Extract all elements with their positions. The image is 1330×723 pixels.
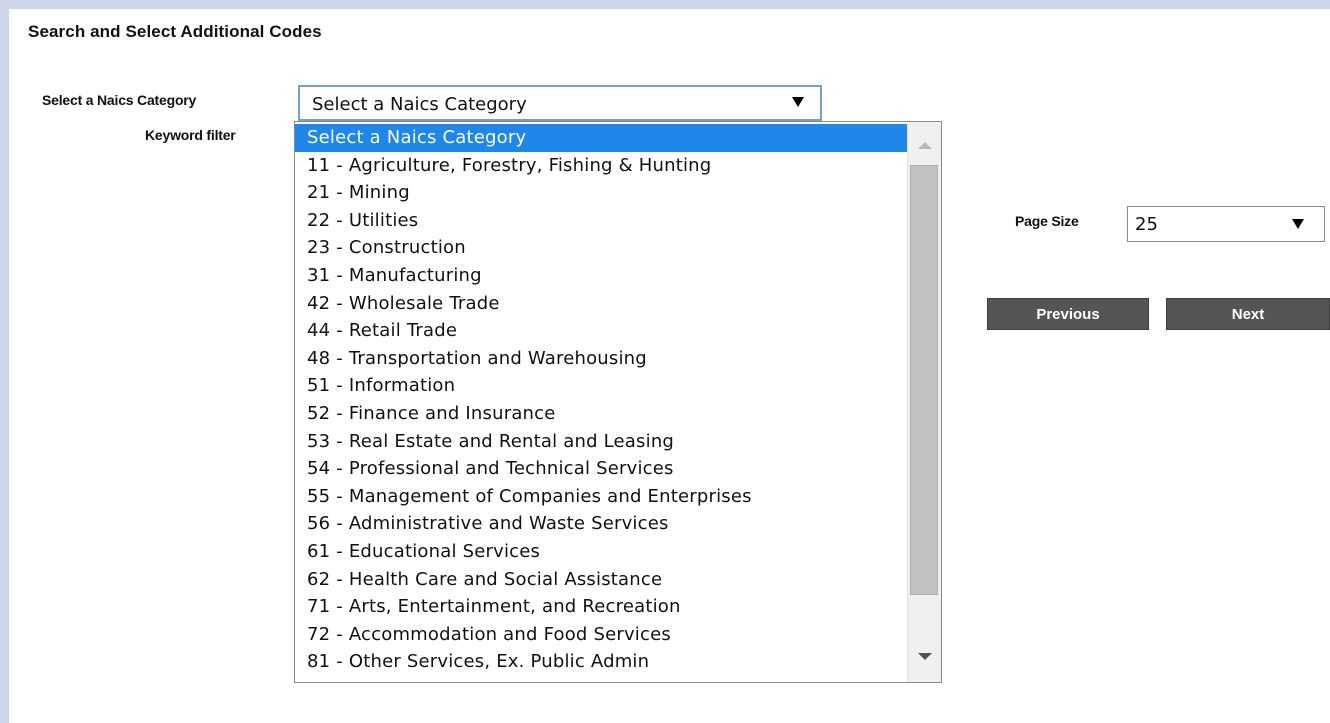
dropdown-scrollbar[interactable] xyxy=(907,122,941,682)
dropdown-option[interactable]: 31 - Manufacturing xyxy=(295,262,907,290)
page-size-label: Page Size xyxy=(1015,213,1079,229)
page-size-select[interactable]: 25 xyxy=(1127,206,1325,242)
window-frame-top xyxy=(0,0,1330,9)
dropdown-option[interactable]: 71 - Arts, Entertainment, and Recreation xyxy=(295,593,907,621)
chevron-down-icon[interactable] xyxy=(792,97,804,107)
dropdown-option[interactable]: 81 - Other Services, Ex. Public Admin xyxy=(295,648,907,676)
dropdown-option[interactable]: 44 - Retail Trade xyxy=(295,317,907,345)
naics-category-dropdown-list[interactable]: Select a Naics Category 11 - Agriculture,… xyxy=(294,121,942,683)
dropdown-option[interactable]: 53 - Real Estate and Rental and Leasing xyxy=(295,428,907,456)
dropdown-option[interactable]: 22 - Utilities xyxy=(295,207,907,235)
dropdown-option[interactable]: 61 - Educational Services xyxy=(295,538,907,566)
window-frame-left xyxy=(0,0,9,723)
page-title: Search and Select Additional Codes xyxy=(28,22,322,41)
scroll-up-icon[interactable] xyxy=(918,142,932,149)
next-button[interactable]: Next xyxy=(1166,298,1330,330)
naics-category-selected-value: Select a Naics Category xyxy=(312,94,527,115)
dropdown-option[interactable]: 42 - Wholesale Trade xyxy=(295,290,907,318)
dropdown-option[interactable]: 52 - Finance and Insurance xyxy=(295,400,907,428)
dropdown-option[interactable]: 23 - Construction xyxy=(295,234,907,262)
dropdown-option[interactable]: 54 - Professional and Technical Services xyxy=(295,455,907,483)
scroll-down-icon[interactable] xyxy=(918,653,932,660)
dropdown-option[interactable]: 21 - Mining xyxy=(295,179,907,207)
chevron-down-icon[interactable] xyxy=(1292,219,1304,229)
dropdown-option[interactable]: 51 - Information xyxy=(295,372,907,400)
dropdown-option[interactable]: 48 - Transportation and Warehousing xyxy=(295,345,907,373)
dropdown-option[interactable]: 11 - Agriculture, Forestry, Fishing & Hu… xyxy=(295,152,907,180)
dropdown-option[interactable]: 56 - Administrative and Waste Services xyxy=(295,510,907,538)
previous-button[interactable]: Previous xyxy=(987,298,1149,330)
naics-category-label: Select a Naics Category xyxy=(42,92,197,108)
dropdown-option[interactable]: 55 - Management of Companies and Enterpr… xyxy=(295,483,907,511)
keyword-filter-label: Keyword filter xyxy=(145,127,236,143)
dropdown-option[interactable]: 62 - Health Care and Social Assistance xyxy=(295,566,907,594)
page-size-value: 25 xyxy=(1135,214,1158,235)
dropdown-option[interactable]: Select a Naics Category xyxy=(295,124,907,152)
dropdown-options: Select a Naics Category 11 - Agriculture,… xyxy=(295,124,907,676)
naics-category-select[interactable]: Select a Naics Category xyxy=(298,85,822,121)
scrollbar-thumb[interactable] xyxy=(910,165,938,595)
dropdown-option[interactable]: 72 - Accommodation and Food Services xyxy=(295,621,907,649)
